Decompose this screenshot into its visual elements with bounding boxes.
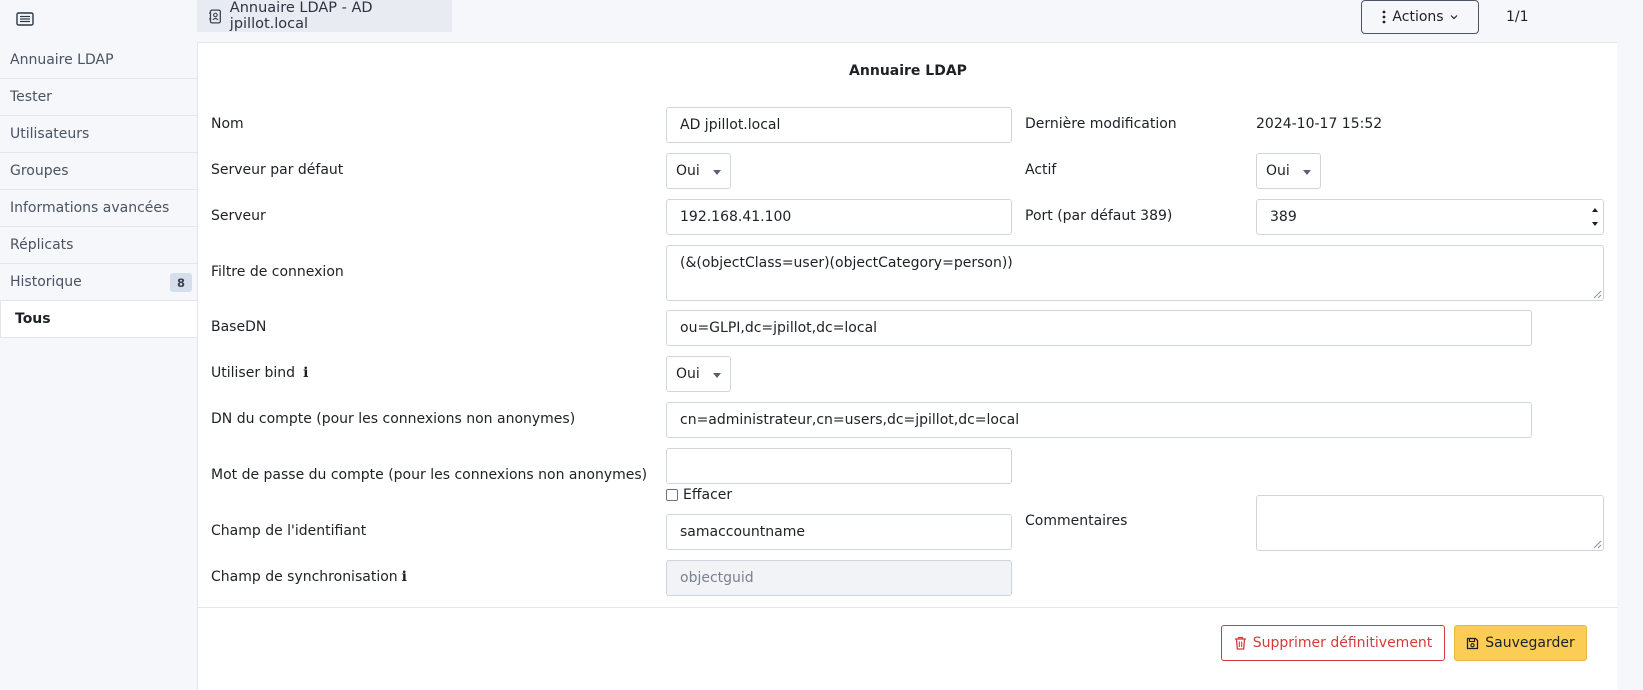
actions-label: Actions (1392, 9, 1444, 25)
sync-field-label-text: Champ de synchronisation (211, 569, 398, 585)
footer-divider (198, 607, 1618, 608)
item-tab[interactable]: Annuaire LDAP - AD jpillot.local (197, 0, 452, 32)
sidebar-item-label: Tous (15, 311, 51, 327)
actif-select[interactable]: Oui (1256, 153, 1321, 189)
delete-permanently-button[interactable]: Supprimer définitivement (1221, 625, 1445, 661)
actif-value: Oui (1266, 163, 1290, 179)
top-bar: Annuaire LDAP - AD jpillot.local Actions… (0, 0, 1643, 40)
default-server-value: Oui (676, 163, 700, 179)
actions-button[interactable]: Actions (1361, 0, 1479, 34)
sidebar-item-utilisateurs[interactable]: Utilisateurs (0, 116, 197, 153)
caret-down-icon (713, 170, 721, 175)
password-input[interactable] (666, 448, 1012, 484)
bind-value: Oui (676, 366, 700, 382)
sidebar-item-groupes[interactable]: Groupes (0, 153, 197, 190)
address-book-icon (209, 8, 221, 24)
dots-vertical-icon (1383, 10, 1386, 24)
sidebar-item-tous[interactable]: Tous (0, 301, 197, 338)
basedn-input[interactable]: ou=GLPI,dc=jpillot,dc=local (666, 310, 1532, 346)
sidebar-item-label: Informations avancées (10, 200, 170, 216)
nom-input[interactable]: AD jpillot.local (666, 107, 1012, 143)
sync-field-input: objectguid (666, 560, 1012, 596)
caret-down-icon (713, 373, 721, 378)
main-panel: Annuaire LDAP Nom AD jpillot.local Derni… (197, 42, 1618, 690)
nom-label: Nom (211, 116, 244, 132)
pager-count: 1/1 (1506, 9, 1529, 25)
chevron-down-icon (1450, 15, 1457, 20)
password-label: Mot de passe du compte (pour les connexi… (211, 467, 648, 483)
actif-label: Actif (1025, 162, 1057, 178)
port-label: Port (par défaut 389) (1025, 208, 1173, 224)
login-field-label: Champ de l'identifiant (211, 523, 367, 539)
sidebar-item-label: Tester (10, 89, 52, 105)
comments-textarea[interactable] (1256, 495, 1604, 551)
trash-icon (1234, 636, 1246, 650)
port-input[interactable]: 389 (1256, 199, 1604, 235)
last-modification-value: 2024-10-17 15:52 (1256, 116, 1383, 132)
last-modification-label: Dernière modification (1025, 116, 1177, 132)
server-input[interactable]: 192.168.41.100 (666, 199, 1012, 235)
filter-value: (&(objectClass=user)(objectCategory=pers… (680, 255, 1013, 271)
comments-label: Commentaires (1025, 513, 1128, 529)
port-value: 389 (1270, 209, 1297, 225)
bind-label-text: Utiliser bind (211, 365, 296, 381)
basedn-label: BaseDN (211, 319, 267, 335)
form-title: Annuaire LDAP (849, 63, 967, 79)
login-field-input[interactable]: samaccountname (666, 514, 1012, 550)
sidebar-item-tester[interactable]: Tester (0, 79, 197, 116)
sync-field-label: Champ de synchronisation i (211, 569, 407, 585)
info-icon[interactable]: i (303, 365, 308, 381)
sidebar-item-label: Groupes (10, 163, 69, 179)
resize-grip-icon[interactable] (1592, 539, 1602, 549)
menu-toggle-button[interactable] (10, 8, 40, 30)
sidebar-item-label: Réplicats (10, 237, 74, 253)
delete-label: Supprimer définitivement (1252, 635, 1433, 651)
sidebar-item-historique[interactable]: Historique 8 (0, 264, 197, 301)
default-server-select[interactable]: Oui (666, 153, 731, 189)
erase-checkbox[interactable] (666, 489, 678, 501)
sidebar-item-label: Annuaire LDAP (10, 52, 114, 68)
history-count-badge: 8 (170, 273, 192, 292)
resize-grip-icon[interactable] (1592, 289, 1602, 299)
default-server-label: Serveur par défaut (211, 162, 344, 178)
caret-down-icon (1303, 170, 1311, 175)
info-icon[interactable]: i (402, 569, 407, 585)
server-label: Serveur (211, 208, 266, 224)
sidebar-item-annuaire-ldap[interactable]: Annuaire LDAP (0, 42, 197, 79)
filter-textarea[interactable]: (&(objectClass=user)(objectCategory=pers… (666, 245, 1604, 301)
sidebar-item-label: Historique (10, 274, 82, 290)
floppy-disk-icon (1467, 637, 1479, 649)
account-dn-input[interactable]: cn=administrateur,cn=users,dc=jpillot,dc… (666, 402, 1532, 438)
bind-select[interactable]: Oui (666, 356, 731, 392)
filter-label: Filtre de connexion (211, 264, 344, 280)
erase-label: Effacer (683, 487, 733, 503)
bind-label: Utiliser bind i (211, 365, 308, 381)
number-spinner-icon[interactable] (1589, 202, 1601, 232)
erase-password-option: Effacer (666, 487, 732, 503)
save-label: Sauvegarder (1485, 635, 1575, 651)
sidebar-item-replicats[interactable]: Réplicats (0, 227, 197, 264)
sidebar-item-informations-avancees[interactable]: Informations avancées (0, 190, 197, 227)
sidebar-item-label: Utilisateurs (10, 126, 90, 142)
sidebar: Annuaire LDAP Tester Utilisateurs Groupe… (0, 42, 197, 338)
list-icon (16, 12, 34, 26)
item-tab-label: Annuaire LDAP - AD jpillot.local (229, 0, 373, 32)
account-dn-label: DN du compte (pour les connexions non an… (211, 411, 576, 427)
save-button[interactable]: Sauvegarder (1454, 625, 1587, 661)
